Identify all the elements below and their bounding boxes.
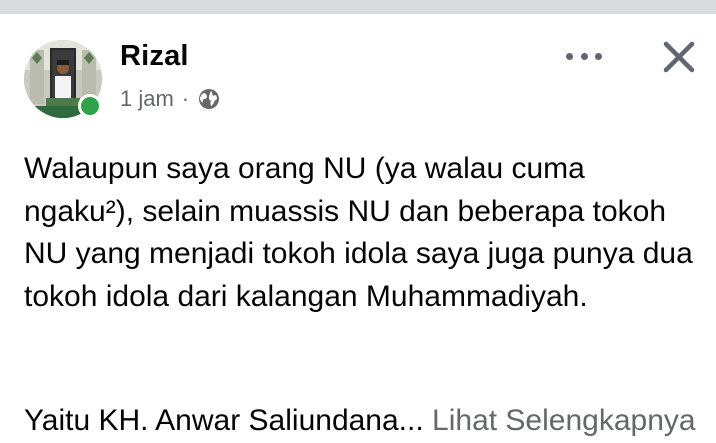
see-more-link[interactable]: Lihat Selengkapnya	[432, 404, 696, 437]
meta-separator: ·	[181, 86, 190, 111]
author-avatar[interactable]	[24, 40, 102, 118]
feed-background-strip	[0, 0, 716, 14]
close-icon	[663, 41, 695, 73]
post-meta: 1 jam ·	[120, 86, 221, 112]
post-paragraph: Walaupun saya orang NU (ya walau cuma ng…	[24, 152, 693, 313]
more-horizontal-icon-dot	[595, 52, 602, 60]
online-status-indicator	[78, 94, 102, 118]
post-paragraph-next: Yaitu KH. Anwar Saliundana... Lihat Sele…	[24, 400, 700, 443]
more-options-button[interactable]	[566, 46, 602, 66]
close-button[interactable]	[660, 38, 698, 76]
post-body: Walaupun saya orang NU (ya walau cuma ng…	[24, 148, 700, 318]
post-card: Rizal 1 jam · Walaupun saya orang NU (ya…	[0, 14, 716, 437]
post-paragraph-partial: Yaitu KH. Anwar Saliundana...	[24, 404, 424, 437]
author-name[interactable]: Rizal	[120, 40, 189, 73]
globe-icon[interactable]	[197, 87, 221, 111]
more-horizontal-icon-dot	[566, 52, 573, 60]
post-timestamp[interactable]: 1 jam	[120, 86, 174, 112]
more-horizontal-icon-dot	[580, 52, 588, 60]
